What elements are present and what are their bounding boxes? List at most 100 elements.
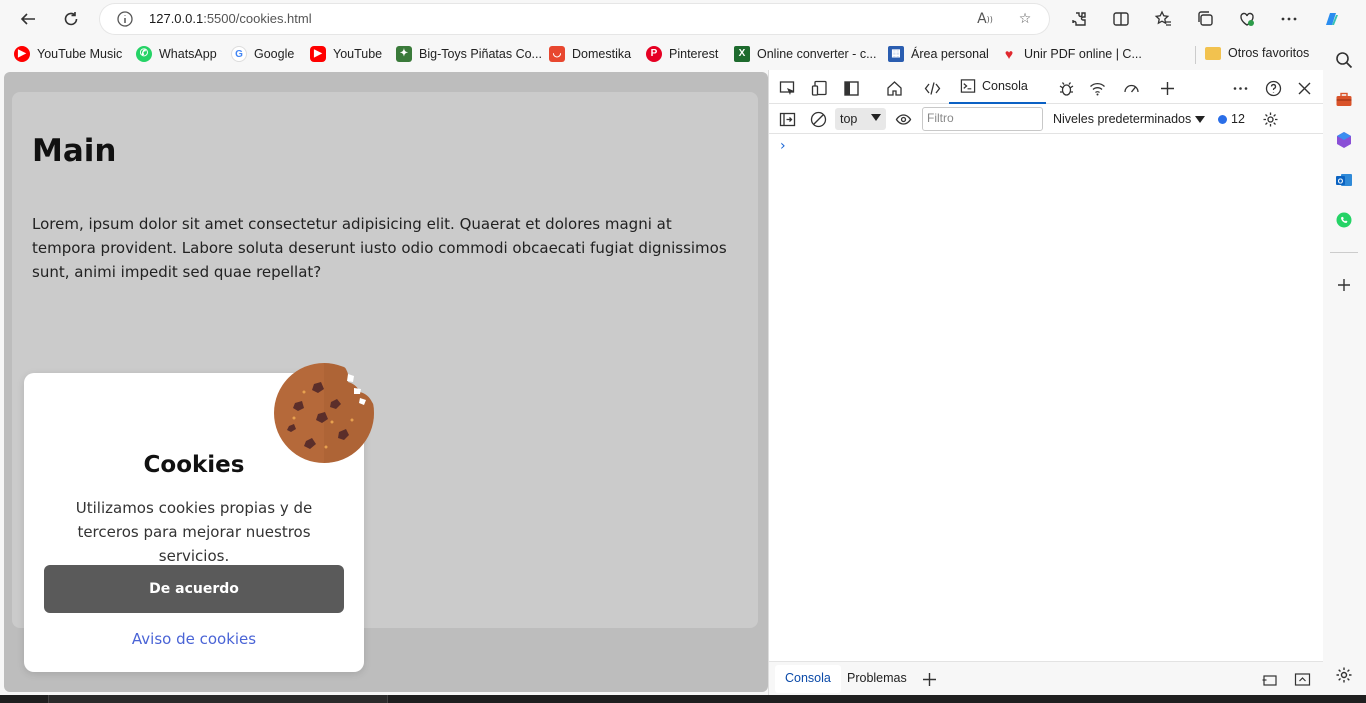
address-bar[interactable]: 127.0.0.1:5500/cookies.html A)) ☆ [100, 4, 1049, 34]
welcome-home-icon[interactable] [884, 78, 904, 98]
bookmark-area-personal[interactable]: ▦ Área personal [888, 46, 989, 62]
elements-code-icon[interactable] [922, 78, 942, 98]
bookmark-label: Online converter - c... [757, 47, 877, 61]
bookmark-big-toys[interactable]: ✦ Big-Toys Piñatas Co... [396, 46, 542, 62]
bookmark-label: Domestika [572, 47, 632, 61]
bookmark-youtube-music[interactable]: ▶ YouTube Music [14, 46, 122, 62]
pinterest-icon: P [646, 46, 662, 62]
add-tab-plus-icon[interactable] [1157, 78, 1177, 98]
issues-count-badge[interactable]: 12 [1218, 112, 1245, 126]
cookie-icon [274, 362, 376, 463]
svg-text:O: O [1338, 179, 1344, 186]
more-menu-icon[interactable] [1274, 5, 1304, 33]
search-icon[interactable] [1334, 50, 1354, 70]
add-sidebar-app-icon[interactable] [1334, 275, 1354, 295]
site-info-icon[interactable] [116, 10, 134, 28]
console-filter-input[interactable]: Filtro [922, 107, 1043, 131]
collections-icon[interactable] [1190, 5, 1220, 33]
drawer-add-tab-icon[interactable] [919, 669, 939, 689]
main-paragraph: Lorem, ipsum dolor sit amet consectetur … [32, 215, 727, 281]
taskbar-segment [48, 695, 388, 703]
bookmark-whatsapp[interactable]: ✆ WhatsApp [136, 46, 217, 62]
refresh-icon[interactable] [57, 5, 85, 33]
taskbar-edge [0, 695, 1366, 703]
bookmark-label: Área personal [911, 47, 989, 61]
console-settings-gear-icon[interactable] [1260, 109, 1280, 129]
live-expression-eye-icon[interactable] [893, 109, 913, 129]
main-title: Main [32, 133, 117, 169]
split-screen-icon[interactable] [1106, 5, 1136, 33]
sidebar-settings-icon[interactable] [1334, 665, 1354, 685]
undock-drawer-icon[interactable] [1292, 669, 1312, 689]
performance-gauge-icon[interactable] [1121, 78, 1141, 98]
bookmark-google[interactable]: G Google [231, 46, 294, 62]
context-selector[interactable]: top [835, 108, 886, 130]
device-emulation-icon[interactable] [809, 78, 829, 98]
drawer-tab-bar: Consola Problemas [769, 661, 1324, 695]
converter-icon: X [734, 46, 750, 62]
tab-console[interactable]: Consola [949, 70, 1046, 104]
bookmark-unir-pdf[interactable]: ♥ Unir PDF online | C... [1001, 46, 1142, 62]
page-viewport: Main Lorem, ipsum dolor sit amet consect… [4, 72, 768, 692]
microsoft-365-icon[interactable] [1334, 130, 1354, 150]
bookmark-label: Pinterest [669, 47, 719, 61]
bookmark-youtube[interactable]: ▶ YouTube [310, 46, 382, 62]
youtube-icon: ▶ [310, 46, 326, 62]
context-selector-value: top [840, 112, 858, 126]
sidebar-divider [1330, 252, 1358, 253]
dropdown-arrow-icon [871, 114, 881, 121]
issues-count: 12 [1231, 112, 1245, 126]
bookmark-domestika[interactable]: ◡ Domestika [549, 46, 631, 62]
bookmark-label: WhatsApp [159, 47, 217, 61]
bookmark-label: YouTube Music [37, 47, 123, 61]
console-prompt-chevron-icon[interactable]: › [780, 138, 786, 154]
inspect-element-icon[interactable] [777, 78, 797, 98]
console-icon [960, 79, 976, 93]
browser-essentials-icon[interactable] [1232, 5, 1262, 33]
copilot-icon[interactable] [1316, 5, 1346, 33]
sources-bug-icon[interactable] [1056, 78, 1076, 98]
devtools-more-icon[interactable] [1230, 78, 1250, 98]
favorite-star-icon[interactable]: ☆ [1015, 9, 1035, 29]
back-icon[interactable] [14, 5, 42, 33]
network-wifi-icon[interactable] [1087, 78, 1107, 98]
whatsapp-icon: ✆ [136, 46, 152, 62]
console-sidebar-toggle-icon[interactable] [777, 109, 797, 129]
tab-console-label: Consola [982, 79, 1028, 93]
read-aloud-icon[interactable]: A)) [975, 9, 995, 29]
bookmarks-bar: ▶ YouTube Music ✆ WhatsApp G Google ▶ YouTub… [0, 40, 1366, 68]
url-path: :5500/cookies.html [203, 11, 312, 26]
bookmark-online-converter[interactable]: X Online converter - c... [734, 46, 877, 62]
domestika-icon: ◡ [549, 46, 565, 62]
clear-console-icon[interactable] [808, 109, 828, 129]
bookmark-otros-favoritos[interactable]: Otros favoritos [1205, 46, 1309, 60]
tools-briefcase-icon[interactable] [1334, 90, 1354, 110]
drawer-tab-console[interactable]: Consola [775, 665, 841, 693]
edge-sidebar: O [1323, 40, 1366, 695]
google-icon: G [231, 46, 247, 62]
youtube-music-icon: ▶ [14, 46, 30, 62]
dock-side-icon[interactable] [841, 78, 861, 98]
url-text: 127.0.0.1:5500/cookies.html [149, 11, 312, 26]
quick-source-icon[interactable] [1259, 669, 1279, 689]
favorites-icon[interactable] [1148, 5, 1178, 33]
log-levels-dropdown[interactable]: Niveles predeterminados [1053, 112, 1206, 126]
folder-icon [1205, 46, 1221, 60]
devtools-tab-bar: Consola [769, 70, 1324, 104]
bookmark-label: Otros favoritos [1228, 46, 1310, 60]
accept-cookies-button[interactable]: De acuerdo [44, 565, 344, 613]
bookmark-pinterest[interactable]: P Pinterest [646, 46, 718, 62]
extensions-icon[interactable] [1064, 5, 1094, 33]
bookmarks-divider [1195, 46, 1196, 64]
whatsapp-sidebar-icon[interactable] [1334, 210, 1354, 230]
heart-pdf-icon: ♥ [1004, 46, 1014, 62]
bookmark-label: Unir PDF online | C... [1024, 47, 1142, 61]
dropdown-arrow-icon [1195, 115, 1206, 123]
drawer-tab-problems[interactable]: Problemas [837, 665, 917, 693]
cookie-message: Utilizamos cookies propias y de terceros… [75, 499, 313, 565]
outlook-icon[interactable]: O [1334, 170, 1354, 190]
console-filter-bar: top Filtro Niveles predeterminados 12 [769, 104, 1324, 134]
close-devtools-icon[interactable] [1294, 78, 1314, 98]
help-icon[interactable] [1263, 78, 1283, 98]
cookie-policy-link[interactable]: Aviso de cookies [24, 630, 364, 648]
